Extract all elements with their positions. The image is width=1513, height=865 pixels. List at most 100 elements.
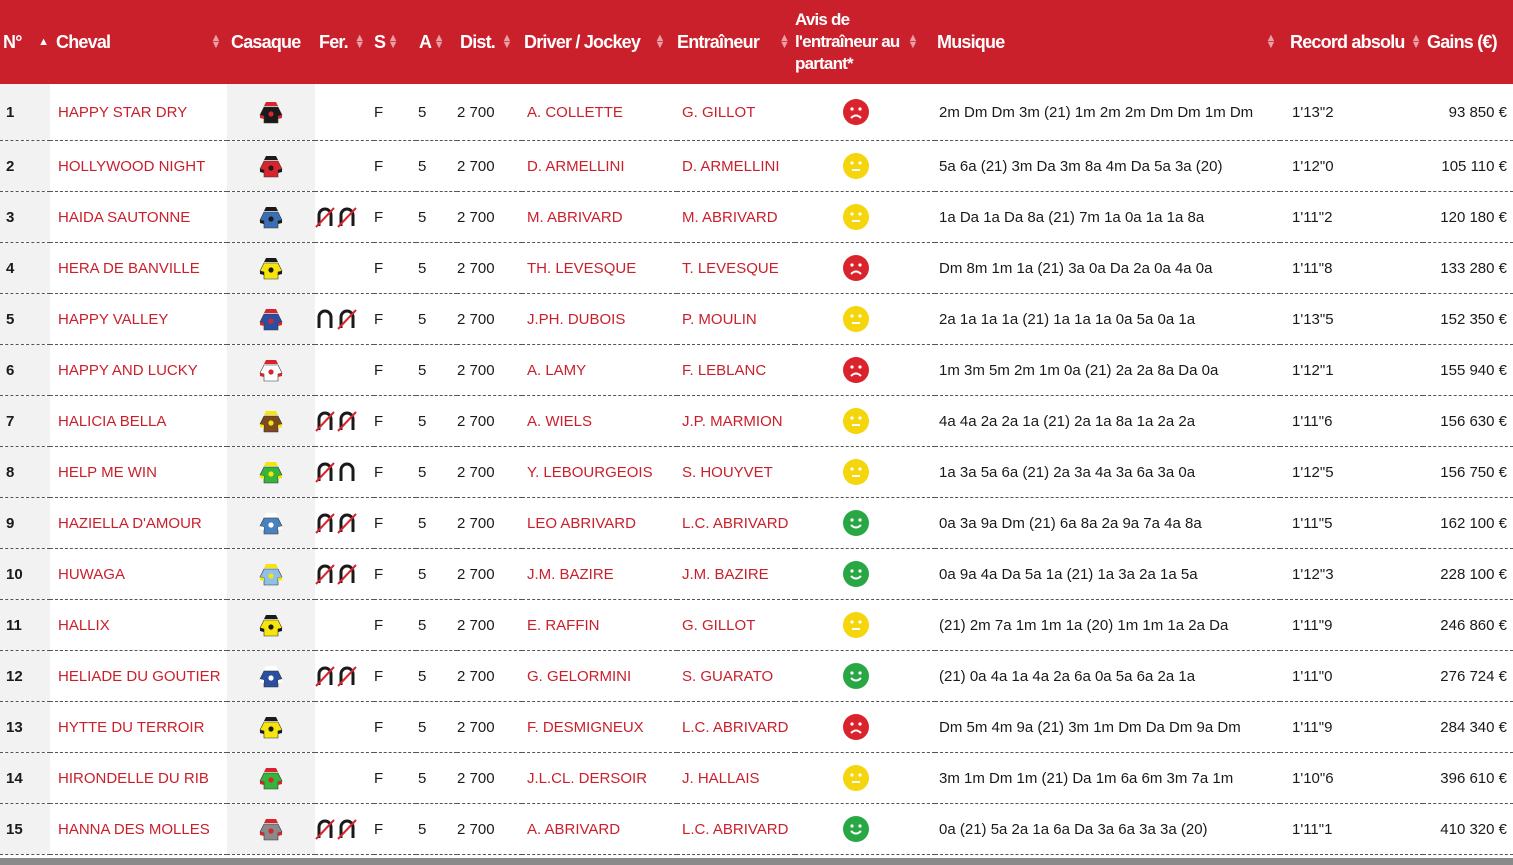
sort-icon[interactable]: ▲ ▼ <box>210 33 221 51</box>
horse-name-link[interactable]: HELP ME WIN <box>58 464 157 481</box>
sort-icon[interactable]: ▲ ▼ <box>654 33 666 51</box>
horse-name-link[interactable]: HAPPY AND LUCKY <box>58 362 198 379</box>
header-fer[interactable]: Fer. ▲ ▼ <box>315 0 374 84</box>
driver-link[interactable]: G. GELORMINI <box>527 668 631 685</box>
table-row[interactable]: 6 HAPPY AND LUCKY F 5 2 700 A. LAMY F. LEBLANC… <box>0 344 1513 396</box>
horse-name-link[interactable]: HIRONDELLE DU RIB <box>58 770 209 787</box>
driver-link[interactable]: A. LAMY <box>527 362 586 379</box>
table-row[interactable]: 11 HALLIX F 5 2 700 E. RAFFIN G. GILLOT (21) 2m… <box>0 599 1513 651</box>
horse-name-link[interactable]: HAPPY STAR DRY <box>58 104 187 121</box>
driver-link[interactable]: J.PH. DUBOIS <box>527 311 625 328</box>
table-row[interactable]: 3 HAIDA SAUTONNE F 5 2 700 M. ABRIVARD M. ABRI… <box>0 191 1513 243</box>
header-avis[interactable]: Avis de l'entraîneur au partant* ▲ ▼ <box>795 0 935 84</box>
driver-link[interactable]: M. ABRIVARD <box>527 209 623 226</box>
trainer-link[interactable]: S. GUARATO <box>682 668 773 685</box>
table-row[interactable]: 9 HAZIELLA D'AMOUR F 5 2 700 LEO ABRIVARD L.C.… <box>0 497 1513 549</box>
sort-icon[interactable]: ▲ ▼ <box>1411 33 1422 51</box>
driver-link[interactable]: A. ABRIVARD <box>527 821 620 838</box>
ferrure-cell <box>315 344 374 396</box>
driver-link[interactable]: D. ARMELLINI <box>527 158 625 175</box>
table-row[interactable]: 8 HELP ME WIN F 5 2 700 Y. LEBOURGEOIS S. HOUY… <box>0 446 1513 498</box>
table-row[interactable]: 5 HAPPY VALLEY F 5 2 700 J.PH. DUBOIS P. MOULI… <box>0 293 1513 345</box>
driver-link[interactable]: F. DESMIGNEUX <box>527 719 644 736</box>
sort-icon[interactable]: ▲ ▼ <box>354 33 365 51</box>
driver-link[interactable]: J.M. BAZIRE <box>527 566 614 583</box>
horse-name-link[interactable]: HAIDA SAUTONNE <box>58 209 190 226</box>
header-casaque[interactable]: Casaque <box>227 0 315 84</box>
trainer-link[interactable]: J. HALLAIS <box>682 770 760 787</box>
musique-cell: 3m 1m Dm 1m (21) Da 1m 6a 6m 3m 7a 1m <box>935 752 1280 804</box>
musique-cell: 2a 1a 1a 1a (21) 1a 1a 1a 0a 5a 0a 1a <box>935 293 1280 345</box>
sex-cell: F <box>374 497 416 549</box>
sort-icon[interactable]: ▲ ▼ <box>433 33 445 51</box>
musique-cell: (21) 0a 4a 1a 4a 2a 6a 0a 5a 6a 2a 1a <box>935 650 1280 702</box>
header-musique[interactable]: Musique ▲ ▼ <box>935 0 1280 84</box>
trainer-link[interactable]: D. ARMELLINI <box>682 158 780 175</box>
gains-cell: 396 610 € <box>1423 752 1513 804</box>
horse-name-link[interactable]: HOLLYWOOD NIGHT <box>58 158 205 175</box>
trainer-link[interactable]: J.M. BAZIRE <box>682 566 769 583</box>
driver-link[interactable]: E. RAFFIN <box>527 617 600 634</box>
sort-icon[interactable]: ▲ ▼ <box>907 33 918 51</box>
horse-name-link[interactable]: HELIADE DU GOUTIER <box>58 668 221 685</box>
trainer-link[interactable]: T. LEVESQUE <box>682 260 779 277</box>
trainer-link[interactable]: M. ABRIVARD <box>682 209 778 226</box>
sort-asc-icon[interactable]: ▲ <box>38 36 49 47</box>
ferrure-cell <box>315 497 374 549</box>
table-row[interactable]: 7 HALICIA BELLA F 5 2 700 A. WIELS J.P. MARMIO… <box>0 395 1513 447</box>
table-row[interactable]: 10 HUWAGA F 5 2 700 J.M. BAZIRE J.M. BAZIRE 0a … <box>0 548 1513 600</box>
driver-link[interactable]: TH. LEVESQUE <box>527 260 636 277</box>
trainer-link[interactable]: P. MOULIN <box>682 311 757 328</box>
header-entraineur[interactable]: Entraîneur ▲ ▼ <box>677 0 795 84</box>
horizontal-scrollbar[interactable] <box>0 858 1513 865</box>
record-cell: 1'13"5 <box>1280 293 1423 345</box>
distance-cell: 2 700 <box>457 344 522 396</box>
jockey-silk-icon <box>258 819 284 841</box>
table-row[interactable]: 2 HOLLYWOOD NIGHT F 5 2 700 D. ARMELLINI D. AR… <box>0 140 1513 192</box>
header-cheval[interactable]: Cheval ▲ ▼ <box>50 0 227 84</box>
horse-name-link[interactable]: HAZIELLA D'AMOUR <box>58 515 202 532</box>
driver-link[interactable]: LEO ABRIVARD <box>527 515 636 532</box>
table-row[interactable]: 1 HAPPY STAR DRY F 5 2 700 A. COLLETTE G. GILL… <box>0 84 1513 141</box>
trainer-link[interactable]: G. GILLOT <box>682 617 755 634</box>
header-record[interactable]: Record absolu ▲ ▼ <box>1280 0 1423 84</box>
header-driver[interactable]: Driver / Jockey ▲ ▼ <box>522 0 677 84</box>
trainer-link[interactable]: J.P. MARMION <box>682 413 783 430</box>
sort-icon[interactable]: ▲ ▼ <box>779 33 790 51</box>
runner-number: 4 <box>0 242 50 294</box>
trainer-link[interactable]: S. HOUYVET <box>682 464 773 481</box>
horseshoe-icon <box>315 818 374 840</box>
header-dist[interactable]: Dist. ▲ ▼ <box>457 0 522 84</box>
horse-name-link[interactable]: HERA DE BANVILLE <box>58 260 200 277</box>
horse-name-link[interactable]: HAPPY VALLEY <box>58 311 168 328</box>
horse-name-cell: HAZIELLA D'AMOUR <box>50 497 227 549</box>
header-gains[interactable]: Gains (€) <box>1423 0 1513 84</box>
trainer-link[interactable]: L.C. ABRIVARD <box>682 821 788 838</box>
sort-icon[interactable]: ▲ ▼ <box>1265 33 1276 51</box>
table-row[interactable]: 15 HANNA DES MOLLES F 5 2 700 A. ABRIVARD L.C.… <box>0 803 1513 855</box>
trainer-link[interactable]: L.C. ABRIVARD <box>682 515 788 532</box>
driver-link[interactable]: Y. LEBOURGEOIS <box>527 464 653 481</box>
horse-name-link[interactable]: HALLIX <box>58 617 110 634</box>
trainer-link[interactable]: L.C. ABRIVARD <box>682 719 788 736</box>
header-s[interactable]: S ▲ ▼ <box>374 0 416 84</box>
horse-name-link[interactable]: HALICIA BELLA <box>58 413 166 430</box>
trainer-link[interactable]: G. GILLOT <box>682 104 755 121</box>
sort-icon[interactable]: ▲ ▼ <box>387 33 399 51</box>
table-row[interactable]: 12 HELIADE DU GOUTIER F 5 2 700 G. GELORMINI S… <box>0 650 1513 702</box>
table-row[interactable]: 4 HERA DE BANVILLE F 5 2 700 TH. LEVESQUE T. L… <box>0 242 1513 294</box>
casaque-cell <box>227 701 315 753</box>
driver-link[interactable]: J.L.CL. DERSOIR <box>527 770 647 787</box>
horse-name-link[interactable]: HUWAGA <box>58 566 125 583</box>
header-a[interactable]: A ▲ ▼ <box>416 0 457 84</box>
table-row[interactable]: 13 HYTTE DU TERROIR F 5 2 700 F. DESMIGNEUX L.… <box>0 701 1513 753</box>
table-row[interactable]: 14 HIRONDELLE DU RIB F 5 2 700 J.L.CL. DERSOI… <box>0 752 1513 804</box>
driver-link[interactable]: A. WIELS <box>527 413 592 430</box>
driver-link[interactable]: A. COLLETTE <box>527 104 623 121</box>
horse-name-link[interactable]: HYTTE DU TERROIR <box>58 719 204 736</box>
driver-cell: LEO ABRIVARD <box>522 497 677 549</box>
header-num[interactable]: N° ▲ <box>0 0 50 84</box>
trainer-link[interactable]: F. LEBLANC <box>682 362 766 379</box>
horse-name-link[interactable]: HANNA DES MOLLES <box>58 821 210 838</box>
sort-icon[interactable]: ▲ ▼ <box>501 33 512 51</box>
